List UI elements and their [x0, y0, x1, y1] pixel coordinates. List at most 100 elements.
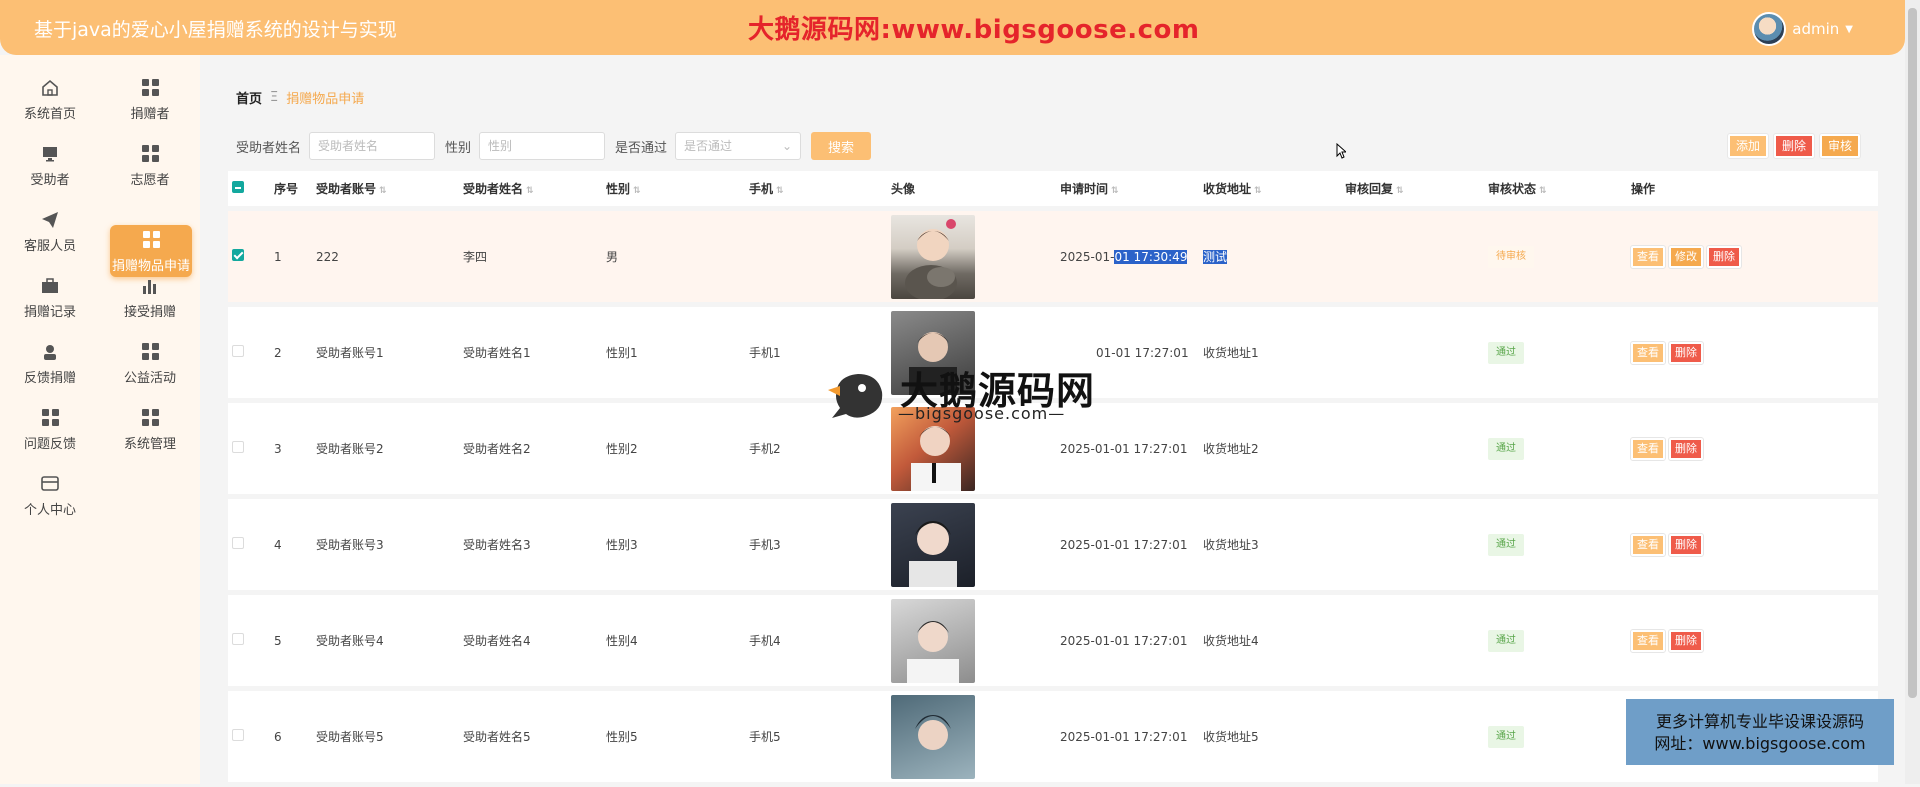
select-all-checkbox[interactable]	[232, 181, 244, 193]
table-row[interactable]: 1 222 李四 男 2025-01-01 17:30:49 测试 待审核 查看…	[228, 211, 1878, 307]
sidebar-item-question-feedback[interactable]: 问题反馈	[8, 402, 92, 456]
chevron-down-icon[interactable]: ▼	[1845, 24, 1853, 35]
gender-filter-input[interactable]: 性别	[479, 132, 606, 160]
watermark-top-text: 大鹅源码网:www.bigsgoose.com	[748, 15, 1200, 45]
view-button[interactable]: 查看	[1630, 340, 1666, 365]
cell-name: 受助者姓名1	[463, 346, 531, 360]
col-header-account[interactable]: 受助者账号 ⇅	[316, 180, 463, 197]
view-button[interactable]: 查看	[1630, 628, 1666, 653]
scrollbar-thumb[interactable]	[1908, 8, 1917, 698]
status-badge: 通过	[1488, 533, 1524, 556]
row-select-cell[interactable]	[228, 729, 274, 744]
col-header-phone[interactable]: 手机 ⇅	[749, 180, 891, 197]
delete-button[interactable]: 删除	[1706, 244, 1742, 269]
batch-delete-button[interactable]: 删除	[1773, 133, 1816, 159]
sort-icon[interactable]: ⇅	[526, 186, 534, 196]
sidebar-item-label: 反馈捐赠	[23, 370, 76, 386]
sidebar-item-customer-service[interactable]: 客服人员	[8, 204, 92, 258]
select-all-cell[interactable]	[228, 181, 274, 196]
sort-icon[interactable]: ⇅	[633, 186, 641, 196]
sort-icon[interactable]: ⇅	[1111, 186, 1119, 196]
col-header-label: 性别	[606, 182, 631, 196]
avatar-photo[interactable]	[891, 694, 975, 779]
grid-icon	[142, 229, 160, 251]
user-menu[interactable]: admin ▼	[1752, 12, 1853, 46]
sidebar-item-home[interactable]: 系统首页	[8, 72, 92, 126]
sidebar-item-volunteer[interactable]: 志愿者	[108, 138, 192, 192]
cell-phone: 手机2	[749, 442, 781, 456]
batch-review-button[interactable]: 审核	[1819, 133, 1862, 159]
cell-name: 受助者姓名5	[463, 730, 531, 744]
sort-icon[interactable]: ⇅	[379, 186, 387, 196]
sort-icon[interactable]: ⇅	[1254, 186, 1262, 196]
view-button[interactable]: 查看	[1630, 436, 1666, 461]
delete-button[interactable]: 删除	[1668, 436, 1704, 461]
row-select-cell[interactable]	[228, 249, 274, 264]
delete-button[interactable]: 删除	[1668, 532, 1704, 557]
sidebar-item-charity-activity[interactable]: 公益活动	[108, 336, 192, 390]
cell-index: 4	[274, 537, 282, 552]
sidebar-item-feedback-donation[interactable]: 反馈捐赠	[8, 336, 92, 390]
row-select-cell[interactable]	[228, 345, 274, 360]
app-title: 基于java的爱心小屋捐赠系统的设计与实现	[34, 19, 397, 41]
col-header-status[interactable]: 审核状态 ⇅	[1488, 180, 1631, 197]
sidebar-item-system-management[interactable]: 系统管理	[108, 402, 192, 456]
row-checkbox[interactable]	[232, 441, 244, 453]
table-row[interactable]: 5 受助者账号4 受助者姓名4 性别4 手机4 2025-01-01 17:27…	[228, 595, 1878, 691]
sort-icon[interactable]: ⇅	[1539, 186, 1547, 196]
cell-status: 通过	[1488, 533, 1631, 556]
table-row[interactable]: 4 受助者账号3 受助者姓名3 性别3 手机3 2025-01-01 17:27…	[228, 499, 1878, 595]
cell-index: 3	[274, 441, 282, 456]
sidebar-item-donor[interactable]: 捐赠者	[108, 72, 192, 126]
sidebar-item-label: 系统首页	[23, 106, 76, 122]
sidebar-item-personal-center[interactable]: 个人中心	[8, 468, 92, 522]
sidebar-item-label: 捐赠记录	[23, 304, 76, 320]
row-checkbox[interactable]	[232, 249, 244, 261]
sort-icon[interactable]: ⇅	[776, 186, 784, 196]
add-button[interactable]: 添加	[1726, 133, 1770, 159]
avatar-photo[interactable]	[891, 598, 975, 683]
sidebar-item-recipient[interactable]: 受助者	[8, 138, 92, 192]
col-header-label: 审核状态	[1488, 182, 1537, 196]
sidebar-item-label: 系统管理	[123, 436, 176, 452]
cell-apply-time: 2025-01-01 17:27:01	[1060, 441, 1188, 456]
row-checkbox[interactable]	[232, 729, 244, 741]
sidebar-item-accept-donation[interactable]: 接受捐赠	[108, 270, 192, 324]
breadcrumb-home[interactable]: 首页	[236, 88, 262, 107]
sidebar-item-label: 公益活动	[123, 370, 176, 386]
mouse-cursor-icon	[1336, 143, 1346, 159]
sidebar-item-label: 接受捐赠	[123, 304, 176, 320]
sidebar-item-donation-records[interactable]: 捐赠记录	[8, 270, 92, 324]
col-header-reply[interactable]: 审核回复 ⇅	[1345, 180, 1488, 197]
row-select-cell[interactable]	[228, 441, 274, 456]
apply-time-visible: 01-01 17:27:01	[1096, 345, 1189, 360]
send-icon	[41, 209, 59, 231]
grid-icon	[141, 143, 159, 165]
edit-button[interactable]: 修改	[1668, 244, 1704, 269]
col-header-address[interactable]: 收货地址 ⇅	[1203, 180, 1345, 197]
avatar-photo[interactable]	[891, 214, 975, 299]
view-button[interactable]: 查看	[1630, 532, 1666, 557]
col-header-name[interactable]: 受助者姓名 ⇅	[463, 180, 606, 197]
sort-icon[interactable]: ⇅	[1396, 186, 1404, 196]
row-checkbox[interactable]	[232, 537, 244, 549]
row-select-cell[interactable]	[228, 537, 274, 552]
row-checkbox[interactable]	[232, 345, 244, 357]
delete-button[interactable]: 删除	[1668, 340, 1704, 365]
sidebar-item-label: 问题反馈	[23, 436, 76, 452]
name-filter-input[interactable]: 受助者姓名	[309, 132, 436, 160]
chevron-down-icon: ⌄	[781, 139, 793, 153]
row-checkbox[interactable]	[232, 633, 244, 645]
page-scrollbar[interactable]	[1905, 0, 1920, 784]
avatar-photo[interactable]	[891, 502, 975, 587]
search-button[interactable]: 搜索	[811, 132, 872, 160]
row-select-cell[interactable]	[228, 633, 274, 648]
avatar[interactable]	[1752, 12, 1787, 46]
col-header-gender[interactable]: 性别 ⇅	[606, 180, 749, 197]
col-header-label: 受助者账号	[316, 182, 377, 196]
delete-button[interactable]: 删除	[1668, 628, 1704, 653]
col-header-apply-time[interactable]: 申请时间 ⇅	[1060, 180, 1203, 197]
user-name[interactable]: admin	[1792, 20, 1839, 38]
view-button[interactable]: 查看	[1630, 244, 1666, 269]
pass-filter-select[interactable]: 是否通过 ⌄	[675, 132, 802, 160]
